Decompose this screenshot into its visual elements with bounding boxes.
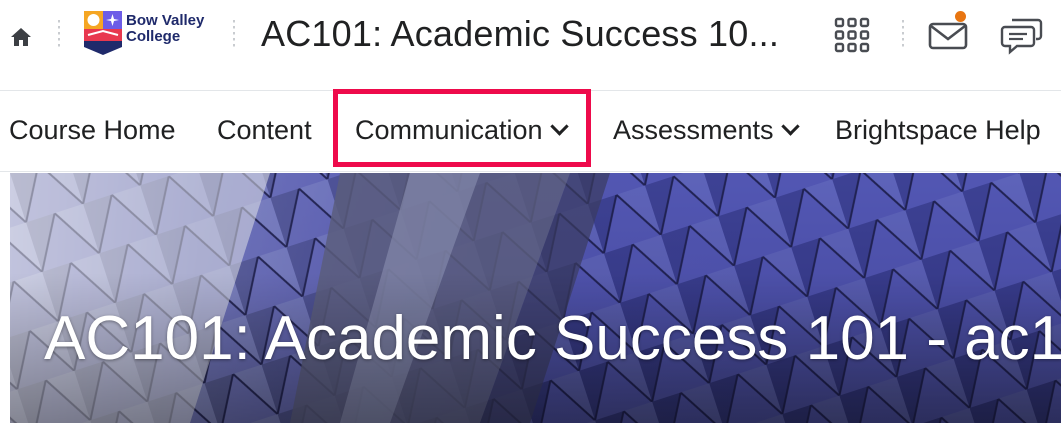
logo-line1: Bow Valley xyxy=(126,12,205,29)
course-title[interactable]: AC101: Academic Success 10... xyxy=(261,13,779,55)
banner-shade xyxy=(10,173,1061,423)
nav-item-content[interactable]: Content xyxy=(217,115,312,146)
nav-item-label: Course Home xyxy=(9,115,176,145)
college-logo[interactable]: Bow Valley College xyxy=(84,11,214,57)
nav-item-label: Assessments xyxy=(613,115,774,145)
nav-item-label: Brightspace Help xyxy=(835,115,1041,145)
chat-icon[interactable] xyxy=(1000,14,1044,58)
header-divider xyxy=(233,20,235,50)
chevron-down-icon xyxy=(780,117,800,136)
header-divider xyxy=(58,20,60,50)
top-header: Bow Valley College AC101: Academic Succe… xyxy=(0,0,1061,91)
logo-line2: College xyxy=(126,28,181,45)
nav-item-brightspace-help[interactable]: Brightspace Help xyxy=(835,115,1041,146)
notification-dot xyxy=(955,11,966,22)
header-divider xyxy=(902,20,904,50)
logo-mark-icon xyxy=(84,11,122,55)
course-banner: AC101: Academic Success 101 - ac101 xyxy=(10,173,1061,423)
chevron-down-icon xyxy=(549,117,569,136)
nav-item-course-home[interactable]: Course Home xyxy=(9,115,176,146)
logo-text: Bow Valley College xyxy=(126,13,204,45)
nav-item-label: Communication xyxy=(355,115,543,145)
nav-item-label: Content xyxy=(217,115,312,145)
home-icon[interactable] xyxy=(8,24,34,50)
waffle-grid-icon[interactable] xyxy=(830,14,874,58)
nav-item-communication[interactable]: Communication xyxy=(355,115,569,146)
nav-item-assessments[interactable]: Assessments xyxy=(613,115,800,146)
banner-title: AC101: Academic Success 101 - ac101 xyxy=(44,304,1061,373)
mail-icon[interactable] xyxy=(926,11,970,58)
course-navbar: Course Home Content Communication Assess… xyxy=(0,91,1061,172)
